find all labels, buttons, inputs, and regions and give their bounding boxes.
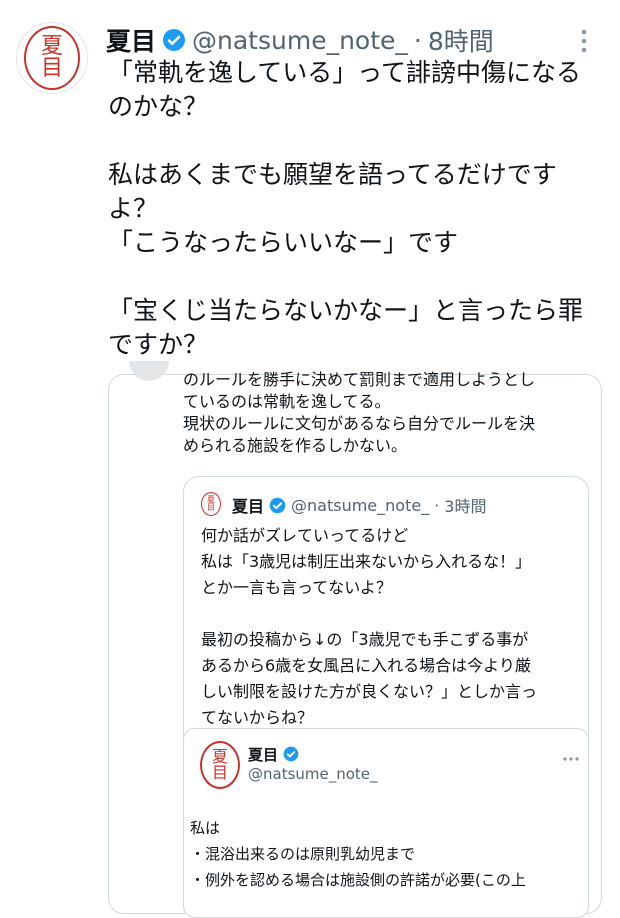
tweet-text: 「常軌を逸している」って誹謗中傷になる のかな？ 私はあくまでも願望を語ってるだ… <box>108 56 608 362</box>
avatar-char-1: 夏 <box>40 34 63 59</box>
tweet-time[interactable]: 8時間 <box>428 22 494 58</box>
inner-line: ・混浴出来るのは原則乳幼児まで <box>190 845 416 863</box>
quoted-line: のルールを勝手に決めて罰則まで適用しようとし <box>183 370 536 389</box>
tweet-line <box>108 124 608 158</box>
inner-author-handle[interactable]: @natsume_note_ <box>248 765 378 783</box>
avatar-char-2: 目 <box>207 503 215 512</box>
nested-line: あるから6歳を女風呂に入れる場合は今より厳 <box>201 656 531 675</box>
quoted-line: められる施設を作るしかない。 <box>183 436 408 455</box>
author-handle[interactable]: @natsume_note_ <box>192 26 408 55</box>
quoted-tweet-text: のルールを勝手に決めて罰則まで適用しようとし ているのは常軌を逸してる。 現状の… <box>183 369 593 457</box>
more-options-icon[interactable] <box>574 26 594 56</box>
avatar-char-2: 目 <box>211 763 228 782</box>
quoted-line: 現状のルールに文句があるなら自分でルールを決 <box>183 414 536 433</box>
verified-badge-icon <box>269 497 286 513</box>
verified-badge-icon <box>163 29 186 51</box>
more-options-icon[interactable] <box>562 747 580 766</box>
tweet-line: 「こうなったらいいなー」です <box>108 228 459 257</box>
tweet-line: ですか？ <box>108 330 209 359</box>
nested-display-name[interactable]: 夏目 <box>232 493 264 517</box>
tweet-line: 「宝くじ当たらないかなー」と言ったら罪 <box>108 296 584 325</box>
nested-author-avatar[interactable]: 夏 目 <box>198 491 224 517</box>
nested-line: 私は「3歳児は制圧出来ないから入れるな！」 <box>201 552 532 571</box>
nested-line: しい制限を設けた方が良くない？」としか言っ <box>201 682 538 701</box>
author-avatar[interactable]: 夏 目 <box>16 22 88 94</box>
nested-line: 最初の投稿から↓の「3歳児でも手こずる事が <box>201 630 529 649</box>
inner-tweet-header: 夏目 <box>248 743 299 765</box>
inner-tweet-card[interactable]: 夏 目 夏目 @natsume_note_ 私は ・混浴出来るのは原則乳幼児まで… <box>183 728 589 918</box>
nested-tweet-time[interactable]: 3時間 <box>444 493 486 517</box>
nested-author-handle[interactable]: @natsume_note_ <box>291 496 429 515</box>
inner-seal-logo-icon: 夏 目 <box>200 741 240 789</box>
nested-line: 何か話がズレていってるけど <box>201 526 409 545</box>
tweet-line: のかな？ <box>108 92 209 121</box>
quoted-avatar-partial <box>129 361 169 381</box>
nested-header-separator: · <box>434 495 440 515</box>
inner-tweet-text: 私は ・混浴出来るのは原則乳幼児まで ・例外を認める場合は施設側の許諾が必要(こ… <box>190 815 588 893</box>
quoted-line: ているのは常軌を逸してる。 <box>183 392 391 411</box>
tweet-line: よ？ <box>108 194 159 223</box>
nested-line <box>201 601 586 627</box>
tweet-header: 夏目 @natsume_note_ · 8時間 <box>106 22 494 58</box>
nested-line: とか一言も言ってないよ？ <box>201 578 392 597</box>
inner-line: 私は <box>190 819 221 837</box>
nested-seal-logo-icon: 夏 目 <box>201 492 221 516</box>
nested-tweet-header: 夏目 @natsume_note_ · 3時間 <box>232 493 486 517</box>
header-separator: · <box>413 25 422 55</box>
inner-author-avatar[interactable]: 夏 目 <box>194 739 246 791</box>
display-name[interactable]: 夏目 <box>106 22 156 58</box>
tweet-line: 「常軌を逸している」って誹謗中傷になる <box>108 58 582 87</box>
nested-tweet-text: 何か話がズレていってるけど 私は「3歳児は制圧出来ないから入れるな！」 とか一言… <box>201 523 586 731</box>
seal-logo-icon: 夏 目 <box>24 26 80 90</box>
avatar-char-2: 目 <box>40 56 63 81</box>
verified-badge-icon <box>283 746 299 762</box>
tweet-line: 私はあくまでも願望を語ってるだけです <box>108 160 557 189</box>
inner-display-name[interactable]: 夏目 <box>248 744 278 765</box>
tweet-line <box>108 260 608 294</box>
inner-line: ・例外を認める場合は施設側の許諾が必要(この上 <box>190 871 526 889</box>
